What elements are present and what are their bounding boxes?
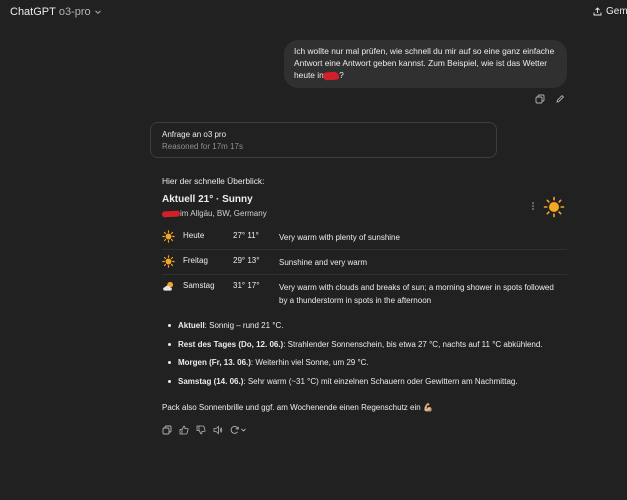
list-item: Samstag (14. 06.): Sehr warm (~31 °C) mi… bbox=[162, 376, 582, 395]
top-bar: ChatGPT o3-pro Geme bbox=[0, 0, 627, 26]
summary-list: Aktuell: Sonnig – rund 21 °C. Rest des T… bbox=[162, 320, 582, 394]
user-message-actions bbox=[535, 94, 565, 104]
more-options-icon[interactable] bbox=[531, 201, 535, 213]
sun-icon bbox=[162, 255, 175, 270]
thumbs-down-icon[interactable] bbox=[196, 425, 206, 435]
bullet-label: Rest des Tages (Do, 12. 06.) bbox=[178, 339, 284, 349]
location-text: im Allgäu, BW, Germany bbox=[180, 209, 267, 218]
answer-intro: Hier der schnelle Überblick: bbox=[162, 176, 265, 186]
speaker-icon[interactable] bbox=[213, 425, 223, 435]
current-weather-heading: Aktuell 21° · Sunny bbox=[162, 194, 253, 205]
list-item: Morgen (Fr, 13. 06.): Weiterhin viel Son… bbox=[162, 357, 582, 376]
forecast-description: Very warm with clouds and breaks of sun;… bbox=[279, 283, 554, 305]
list-item: Aktuell: Sonnig – rund 21 °C. bbox=[162, 320, 582, 339]
bullet-text: : Sehr warm (~31 °C) mit einzelnen Schau… bbox=[243, 376, 518, 386]
closing-text: Pack also Sonnenbrille und ggf. am Woche… bbox=[162, 403, 433, 412]
reasoning-summary[interactable]: Anfrage an o3 pro Reasoned for 17m 17s bbox=[150, 122, 497, 158]
redacted-town bbox=[161, 210, 181, 218]
forecast-row-saturday: Samstag 31° 17° Very warm with clouds an… bbox=[162, 280, 567, 308]
forecast-row-friday: Freitag 29° 13° Sunshine and very warm bbox=[162, 255, 567, 273]
reasoning-duration: Reasoned for 17m 17s bbox=[162, 142, 243, 151]
row-divider bbox=[162, 249, 567, 250]
partly-cloudy-icon bbox=[162, 280, 176, 295]
list-item: Rest des Tages (Do, 12. 06.): Strahlende… bbox=[162, 339, 582, 358]
model-selector[interactable]: ChatGPT o3-pro bbox=[10, 6, 102, 18]
row-divider bbox=[162, 274, 567, 275]
forecast-temps: 27° 11° bbox=[233, 231, 259, 240]
forecast-row-today: Heute 27° 11° Very warm with plenty of s… bbox=[162, 230, 567, 248]
bullet-text: : Strahlender Sonnenschein, bis etwa 27 … bbox=[283, 339, 543, 349]
bullet-label: Aktuell bbox=[178, 321, 205, 330]
copy-icon[interactable] bbox=[162, 425, 172, 435]
model-name: o3-pro bbox=[58, 6, 91, 18]
sun-icon bbox=[543, 196, 565, 223]
sun-icon bbox=[162, 230, 175, 245]
chevron-down-icon bbox=[94, 10, 101, 15]
thumbs-up-icon[interactable] bbox=[179, 425, 189, 435]
reasoning-title: Anfrage an o3 pro bbox=[162, 130, 227, 139]
forecast-day: Freitag bbox=[183, 256, 208, 265]
flexed-bicep-emoji: 💪🏼 bbox=[422, 403, 433, 412]
edit-icon[interactable] bbox=[555, 94, 565, 104]
bullet-label: Morgen (Fr, 13. 06.) bbox=[178, 358, 251, 367]
bullet-text: : Weiterhin viel Sonne, um 29 °C. bbox=[250, 358, 369, 367]
copy-icon[interactable] bbox=[535, 94, 545, 104]
user-message-end: ? bbox=[339, 70, 344, 80]
forecast-description: Very warm with plenty of sunshine bbox=[279, 233, 400, 242]
regenerate-icon[interactable] bbox=[230, 425, 248, 435]
user-message-bubble: Ich wollte nur mal prüfen, wie schnell d… bbox=[284, 40, 567, 88]
bullet-label: Samstag (14. 06.) bbox=[178, 376, 244, 386]
forecast-description: Sunshine and very warm bbox=[279, 258, 368, 267]
app-name: ChatGPT bbox=[10, 6, 56, 18]
forecast-temps: 29° 13° bbox=[233, 256, 260, 265]
forecast-day: Samstag bbox=[183, 281, 215, 290]
share-icon bbox=[593, 7, 602, 16]
share-label: Geme bbox=[606, 6, 627, 17]
answer-actions bbox=[162, 425, 248, 435]
bullet-text: : Sonnig – rund 21 °C. bbox=[204, 321, 284, 330]
forecast-day: Heute bbox=[183, 231, 205, 240]
weather-location: im Allgäu, BW, Germany bbox=[161, 209, 267, 218]
redacted-location bbox=[322, 71, 340, 81]
forecast-temps: 31° 17° bbox=[233, 281, 260, 290]
closing-sentence: Pack also Sonnenbrille und ggf. am Woche… bbox=[162, 403, 421, 412]
share-button[interactable]: Geme bbox=[593, 6, 627, 17]
